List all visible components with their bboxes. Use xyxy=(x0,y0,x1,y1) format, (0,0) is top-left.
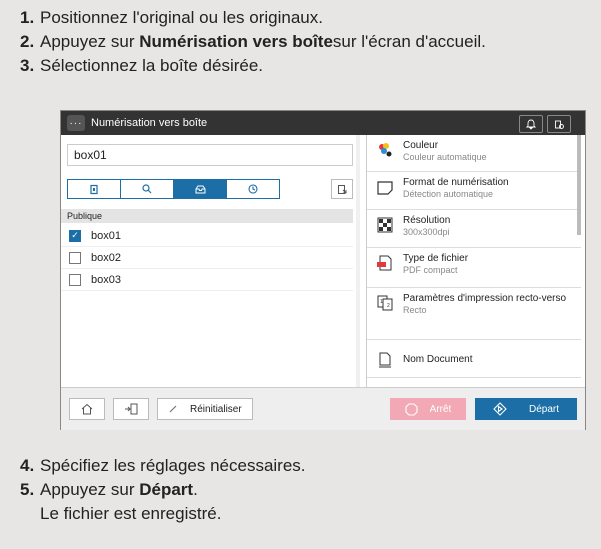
reset-button[interactable]: Réinitialiser xyxy=(157,398,253,420)
home-button[interactable] xyxy=(69,398,105,420)
instructions-top: 1. Positionnez l'original ou les originau… xyxy=(20,6,486,78)
box-icon xyxy=(90,184,98,194)
step-5-result: Le fichier est enregistré. xyxy=(40,504,222,523)
duplex-icon: 12 xyxy=(377,295,393,311)
setting-document-name[interactable]: Nom Document xyxy=(367,340,581,378)
box-list: ✓ box01 box02 box03 xyxy=(61,225,353,291)
tab-box-list[interactable] xyxy=(68,180,121,198)
menu-button[interactable]: ··· xyxy=(67,115,85,131)
bottom-bar: Réinitialiser Arrêt Départ xyxy=(61,387,585,430)
checkbox-icon[interactable] xyxy=(69,251,81,264)
box-detail-button[interactable] xyxy=(331,179,353,199)
job-list-icon xyxy=(125,403,138,415)
step-3: 3. Sélectionnez la boîte désirée. xyxy=(20,56,264,75)
start-icon xyxy=(493,402,507,416)
scan-size-icon xyxy=(377,179,393,195)
stop-icon xyxy=(405,402,418,416)
list-item[interactable]: box03 xyxy=(61,269,353,291)
color-icon xyxy=(377,142,393,158)
step-5: 5. Appuyez sur Départ. xyxy=(20,480,198,499)
list-item[interactable]: ✓ box01 xyxy=(61,225,353,247)
home-icon xyxy=(81,403,93,415)
tab-search[interactable] xyxy=(121,180,174,198)
start-button[interactable]: Départ xyxy=(475,398,577,420)
setting-file-type[interactable]: Type de fichier PDF compact xyxy=(367,248,581,288)
list-scrollbar[interactable] xyxy=(356,135,360,387)
step-4: 4. Spécifiez les réglages nécessaires. xyxy=(20,456,306,475)
step-1: 1. Positionnez l'original ou les originau… xyxy=(20,8,323,27)
group-header: Publique xyxy=(61,209,353,223)
job-status-icon[interactable] xyxy=(547,115,571,133)
file-type-icon xyxy=(377,255,393,271)
box-selection-panel: box01 Publique ✓ box01 box02 box03 xyxy=(61,135,366,387)
setting-duplex[interactable]: 12 Paramètres d'impression recto-verso Re… xyxy=(367,288,581,340)
tab-history[interactable] xyxy=(227,180,279,198)
svg-text:2: 2 xyxy=(387,303,390,309)
resolution-icon xyxy=(377,217,393,233)
bell-icon[interactable] xyxy=(519,115,543,133)
box-detail-icon xyxy=(338,184,347,194)
search-icon xyxy=(142,184,152,194)
document-name-icon xyxy=(377,352,393,368)
step-2: 2. Appuyez sur Numérisation vers boîte su… xyxy=(20,32,486,51)
instructions-bottom: 4. Spécifiez les réglages nécessaires. 5.… xyxy=(20,454,306,526)
screen-title: Numérisation vers boîte xyxy=(91,117,208,129)
device-screen: ··· Numérisation vers boîte box01 Publiq… xyxy=(60,110,586,430)
tab-tray[interactable] xyxy=(174,180,227,198)
checkbox-checked-icon[interactable]: ✓ xyxy=(69,229,81,242)
setting-color[interactable]: Couleur Couleur automatique xyxy=(367,135,581,172)
setting-resolution[interactable]: Résolution 300x300dpi xyxy=(367,210,581,248)
list-item[interactable]: box02 xyxy=(61,247,353,269)
settings-panel: Couleur Couleur automatique Format de num… xyxy=(366,135,581,387)
eraser-icon xyxy=(169,405,177,413)
box-view-tabs xyxy=(67,179,280,199)
checkbox-icon[interactable] xyxy=(69,273,81,286)
setting-scan-size[interactable]: Format de numérisation Détection automati… xyxy=(367,172,581,210)
title-bar: ··· Numérisation vers boîte xyxy=(61,111,585,135)
settings-scrollbar[interactable] xyxy=(577,135,581,235)
job-list-button[interactable] xyxy=(113,398,149,420)
box-number-input[interactable]: box01 xyxy=(67,144,353,166)
clock-icon xyxy=(248,184,258,194)
stop-button[interactable]: Arrêt xyxy=(390,398,466,420)
svg-text:1: 1 xyxy=(380,299,383,305)
tray-icon xyxy=(195,185,205,193)
